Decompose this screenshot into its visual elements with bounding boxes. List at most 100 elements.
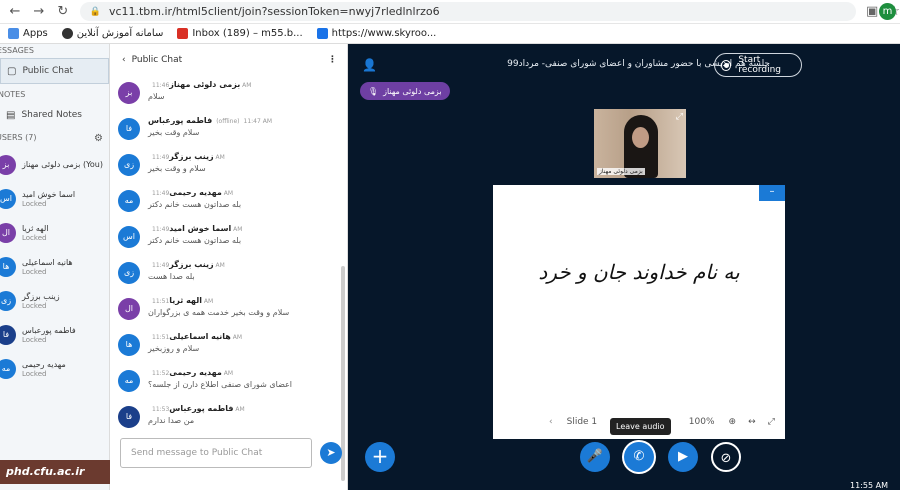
message-body: مهدیه رحیمی11:52 AM اعضای شورای صنفی اطل…: [148, 368, 292, 404]
bookmark-skyroom[interactable]: https://www.skyroo...: [316, 28, 436, 39]
presentation-stage: 👤 جلسه هم اندیشی با حضور مشاوران و اعضای…: [348, 44, 900, 490]
message-body: زینب برزگر11:49 AM سلام و وقت بخیر: [148, 152, 225, 188]
message-avatar: بز: [118, 82, 140, 104]
user-name: مهدیه رحیمی: [22, 360, 66, 369]
webcam-video[interactable]: ⤢ بزمی دلوئی مهناز: [594, 109, 686, 178]
actions-plus-button[interactable]: +: [365, 442, 395, 472]
message-avatar: زی: [118, 262, 140, 284]
message-sender: اسما خوش امید: [169, 224, 232, 233]
message-text: سلام: [148, 92, 165, 101]
users-list: بز بزمی دلوئی مهناز (You) اس اسما خوش ام…: [0, 148, 109, 386]
lock-icon: 🔒: [89, 6, 101, 17]
fit-width-icon[interactable]: ↔: [748, 417, 756, 427]
users-header: USERS (7): [0, 133, 37, 142]
user-list-item[interactable]: اس اسما خوش امید Locked: [0, 182, 109, 216]
bookmark-lms[interactable]: سامانه آموزش آنلاین: [61, 28, 163, 39]
address-bar[interactable]: 🔒 vc11.tbm.ir/html5client/join?sessionTo…: [79, 2, 857, 21]
message-text: اعضای شورای صنفی اطلاع دارن از جلسه؟: [148, 380, 293, 389]
forward-icon[interactable]: →: [30, 4, 48, 19]
bookmark-inbox[interactable]: Inbox (189) – m55.b...: [177, 28, 303, 39]
chat-message: ها هانیه اسماعیلی11:51 AM سلام و روزبخیر: [110, 332, 342, 368]
chat-message: مه مهدیه رحیمی11:52 AM اعضای شورای صنفی …: [110, 368, 342, 404]
bookmark-apps[interactable]: Apps: [8, 28, 48, 39]
message-body: اسما خوش امید11:49 AM بله صداتون هست خان…: [148, 224, 242, 260]
record-icon: [721, 59, 732, 71]
fullscreen-slide-icon[interactable]: ⤢: [768, 417, 775, 427]
user-avatar: مه: [0, 359, 16, 379]
user-list-item[interactable]: ال الهه ثریا Locked: [0, 216, 109, 250]
prev-slide-icon[interactable]: ‹: [549, 417, 553, 427]
message-sender: زینب برزگر: [169, 260, 214, 269]
minimize-presentation-button[interactable]: –: [759, 185, 785, 201]
share-screen-button[interactable]: ⊘: [711, 442, 741, 472]
offline-label: (offline): [216, 118, 240, 125]
shared-notes-item[interactable]: ▤ Shared Notes: [0, 102, 109, 128]
more-options-icon[interactable]: ⋮: [328, 55, 337, 65]
gmail-icon: [177, 28, 189, 39]
chat-message: فا فاطمه پورعباس (offline) 11:47 AM سلام و…: [110, 116, 342, 152]
video-camera-icon: ▶: [678, 449, 688, 464]
public-chat-item[interactable]: ▢ Public Chat: [0, 58, 109, 84]
user-list-panel: MESSAGES ▢ Public Chat NOTES ▤ Shared No…: [0, 44, 110, 490]
zoom-in-icon[interactable]: ⊕: [729, 417, 737, 427]
watermark-logo: phd.cfu.ac.ir: [0, 460, 110, 484]
message-body: مهدیه رحیمی11:49 AM بله صداتون هست خانم …: [148, 188, 241, 224]
user-list-item[interactable]: ها هانیه اسماعیلی Locked: [0, 250, 109, 284]
user-name: اسما خوش امید: [22, 190, 76, 199]
user-list-item[interactable]: مه مهدیه رحیمی Locked: [0, 352, 109, 386]
message-sender: مهدیه رحیمی: [169, 188, 222, 197]
message-list: بز بزمی دلوئی مهناز11:46 AM سلام فا فاطم…: [110, 80, 342, 472]
profile-avatar[interactable]: m: [879, 3, 896, 20]
chat-scrollbar[interactable]: [341, 266, 345, 481]
user-status: Locked: [22, 234, 47, 242]
user-status: Locked: [22, 268, 47, 276]
user-list-item[interactable]: زی زینب برزگر Locked: [0, 284, 109, 318]
leave-audio-button[interactable]: ✆: [624, 442, 654, 472]
leave-audio-tooltip: Leave audio: [610, 418, 671, 435]
message-avatar: فا: [118, 406, 140, 428]
messages-header: MESSAGES: [0, 46, 34, 55]
user-name: الهه ثریا: [22, 224, 49, 233]
message-avatar: ال: [118, 298, 140, 320]
send-button[interactable]: ➤: [320, 442, 342, 464]
chat-message: زی زینب برزگر11:49 AM سلام و وقت بخیر: [110, 152, 342, 188]
slide-text: به نام خداوند جان و خرد: [538, 260, 740, 284]
back-icon[interactable]: ←: [6, 4, 24, 19]
message-avatar: اس: [118, 226, 140, 248]
fullscreen-icon[interactable]: ⤢: [676, 112, 683, 122]
mute-button[interactable]: 🎤: [580, 442, 610, 472]
chat-icon: ▢: [7, 65, 17, 77]
user-avatar: بز: [0, 155, 16, 175]
start-recording-button[interactable]: Start recording: [714, 53, 802, 77]
chat-message: مه مهدیه رحیمی11:49 AM بله صداتون هست خا…: [110, 188, 342, 224]
message-text: من صدا ندارم: [148, 416, 195, 425]
mic-icon: 🎙: [368, 86, 379, 96]
notes-header: NOTES: [0, 90, 26, 99]
user-status: Locked: [22, 302, 47, 310]
message-avatar: زی: [118, 154, 140, 176]
chat-message: زی زینب برزگر11:49 AM بله صدا هست: [110, 260, 342, 296]
gear-icon[interactable]: ⚙: [94, 133, 103, 144]
phone-icon: ✆: [633, 449, 645, 464]
chat-message: فا فاطمه پورعباس11:53 AM من صدا ندارم: [110, 404, 342, 440]
message-avatar: ها: [118, 334, 140, 356]
user-name: بزمی دلوئی مهناز (You): [22, 160, 103, 169]
message-body: فاطمه پورعباس (offline) 11:47 AM سلام وقت …: [148, 116, 272, 152]
message-text: سلام و روزبخیر: [148, 344, 200, 353]
slide-label[interactable]: Slide 1: [567, 417, 598, 427]
chat-message-input[interactable]: Send message to Public Chat: [120, 438, 312, 468]
user-list-item[interactable]: فا فاطمه پورعباس Locked: [0, 318, 109, 352]
message-body: هانیه اسماعیلی11:51 AM سلام و روزبخیر: [148, 332, 242, 368]
message-sender: فاطمه پورعباس: [148, 116, 213, 125]
reload-icon[interactable]: ↻: [54, 4, 72, 19]
share-webcam-button[interactable]: ▶: [668, 442, 698, 472]
user-name: فاطمه پورعباس: [22, 326, 76, 335]
message-avatar: مه: [118, 370, 140, 392]
user-list-item[interactable]: بز بزمی دلوئی مهناز (You): [0, 148, 109, 182]
camera-icon[interactable]: ▣: [866, 4, 878, 19]
user-list-toggle-icon[interactable]: 👤: [362, 58, 377, 72]
user-avatar: اس: [0, 189, 16, 209]
screen-share-off-icon: ⊘: [720, 451, 732, 466]
skyroom-icon: [316, 28, 328, 39]
chevron-left-icon[interactable]: ‹: [122, 55, 126, 65]
